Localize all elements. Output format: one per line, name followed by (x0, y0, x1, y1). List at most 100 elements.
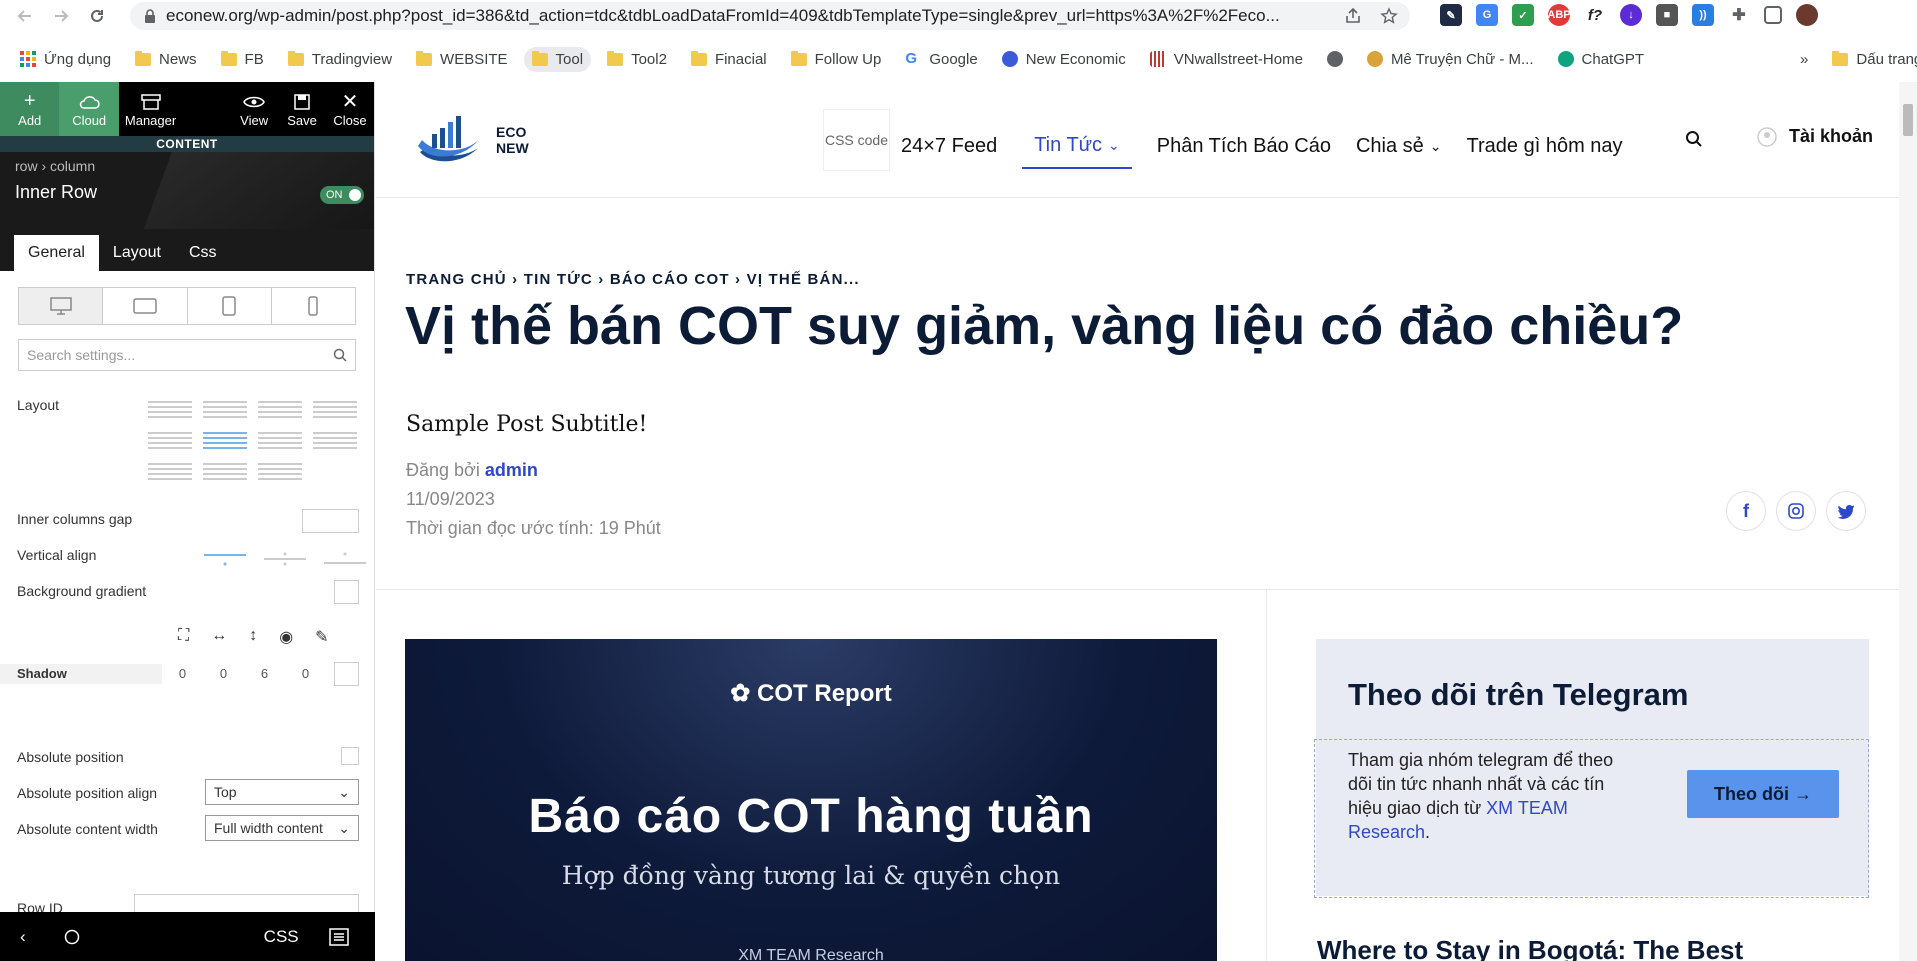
bookmark-tool[interactable]: Tool (523, 46, 592, 72)
featured-image[interactable]: ✿ COT Report Báo cáo COT hàng tuần Hợp đ… (405, 639, 1217, 961)
bookmark-tradingview[interactable]: Tradingview (280, 47, 400, 72)
shadow-color-picker[interactable] (334, 662, 359, 686)
bookmark-new-economic[interactable]: New Economic (994, 47, 1134, 72)
bookmark-tool2[interactable]: Tool2 (599, 47, 675, 72)
shadow-spread-value[interactable]: 0 (285, 666, 326, 681)
adblock-icon[interactable]: ABP (1547, 4, 1571, 26)
nav-chia-se[interactable]: Chia sẻ ⌄ (1356, 135, 1442, 158)
puzzle-icon[interactable]: ✚ (1728, 4, 1750, 26)
list-icon[interactable] (328, 927, 349, 946)
scrollbar-thumb[interactable] (1903, 104, 1913, 136)
nav-phan-tich[interactable]: Phân Tích Báo Cáo (1157, 135, 1331, 158)
back-button[interactable] (10, 1, 40, 31)
share-icon[interactable] (1344, 7, 1362, 25)
telegram-follow-button[interactable]: Theo dõi → (1687, 770, 1839, 818)
tablet-landscape-icon[interactable] (103, 288, 188, 324)
bookmark-news[interactable]: News (127, 47, 205, 72)
save-button[interactable]: Save (278, 82, 326, 136)
layout-option[interactable] (148, 397, 192, 425)
manager-button[interactable]: Manager (119, 82, 182, 136)
layout-option-selected[interactable] (203, 428, 247, 456)
horizontal-arrow-icon[interactable]: ↔ (211, 627, 227, 647)
css-button[interactable]: CSS (264, 927, 299, 947)
nav-tin-tuc[interactable]: Tin Tức ⌄ (1022, 134, 1132, 169)
breadcrumb[interactable]: TRANG CHỦ › TIN TỨC › BÁO CÁO COT › VỊ T… (406, 271, 860, 288)
bookmark-finacial[interactable]: Finacial (683, 47, 775, 72)
desktop-icon[interactable] (19, 288, 104, 324)
layout-option[interactable] (203, 459, 247, 487)
background-gradient-picker[interactable] (334, 580, 359, 604)
reload-button[interactable] (82, 1, 112, 31)
star-icon[interactable] (1380, 7, 1398, 25)
layout-option[interactable] (203, 397, 247, 425)
layout-option[interactable] (258, 397, 302, 425)
site-logo[interactable]: ECO NEW (414, 112, 529, 168)
settings-search-input[interactable]: Search settings... (18, 339, 356, 371)
align-top-icon[interactable] (204, 552, 246, 566)
vertical-arrow-icon[interactable]: ↕ (249, 627, 257, 647)
page-scrollbar[interactable] (1899, 82, 1917, 961)
inner-columns-gap-input[interactable] (302, 509, 359, 533)
element-breadcrumb[interactable]: row › column (15, 158, 95, 174)
tablet-portrait-icon[interactable] (188, 288, 272, 324)
author-link[interactable]: admin (485, 460, 538, 480)
view-button[interactable]: View (230, 82, 278, 136)
nav-trade[interactable]: Trade gì hôm nay (1467, 135, 1623, 158)
shield-extension-icon[interactable]: ✓ (1512, 4, 1534, 26)
bookmark-fb[interactable]: FB (213, 47, 272, 72)
phone-icon[interactable] (272, 288, 355, 324)
align-middle-icon[interactable] (264, 552, 306, 566)
nav-feed[interactable]: 24×7 Feed (901, 135, 997, 158)
layout-option[interactable] (148, 459, 192, 487)
bookmark-globe[interactable] (1319, 47, 1351, 71)
pencil-icon[interactable]: ✎ (315, 627, 328, 647)
bookmark-website[interactable]: WEBSITE (408, 47, 516, 72)
bookmark-chatgpt[interactable]: ChatGPT (1550, 47, 1653, 72)
absolute-position-checkbox[interactable] (341, 747, 359, 765)
related-post-title[interactable]: Where to Stay in Bogotá: The Best (1317, 935, 1743, 961)
tab-layout[interactable]: Layout (99, 235, 175, 271)
download-extension-icon[interactable]: ↓ (1620, 4, 1642, 26)
layout-option[interactable] (313, 428, 357, 456)
shadow-blur-value[interactable]: 6 (244, 666, 285, 681)
audio-extension-icon[interactable]: )) (1692, 4, 1714, 26)
bookmark-google[interactable]: G Google (897, 47, 985, 72)
chevron-left-icon[interactable]: ‹ (20, 927, 26, 947)
layout-option[interactable] (258, 459, 302, 487)
account-link[interactable]: Tài khoản (1757, 126, 1873, 147)
absolute-content-width-select[interactable]: Full width content ⌄ (205, 815, 359, 841)
tab-css[interactable]: Css (175, 235, 231, 271)
cloud-button[interactable]: Cloud (59, 82, 119, 136)
translate-icon[interactable]: G (1476, 4, 1498, 26)
absolute-position-align-select[interactable]: Top ⌄ (205, 779, 359, 805)
tab-general[interactable]: General (14, 235, 99, 271)
twitter-icon[interactable] (1826, 491, 1866, 531)
css-code-placeholder[interactable]: CSS code (823, 109, 890, 171)
layout-option[interactable] (148, 428, 192, 456)
other-bookmarks[interactable]: Dấu trang khác (1824, 47, 1917, 72)
layout-option[interactable] (313, 397, 357, 425)
blur-icon[interactable]: ◉ (279, 627, 293, 647)
add-button[interactable]: + Add (0, 82, 60, 136)
close-button[interactable]: ✕ Close (326, 82, 374, 136)
forward-button[interactable] (46, 1, 76, 31)
layout-option[interactable] (258, 428, 302, 456)
row-id-input[interactable] (134, 894, 359, 912)
expand-icon[interactable]: ⛶ (178, 627, 189, 647)
bookmark-apps[interactable]: Ứng dụng (12, 47, 119, 72)
bookmark-vnwallstreet[interactable]: VNwallstreet-Home (1142, 47, 1311, 72)
sidepanel-icon[interactable] (1764, 6, 1782, 24)
formula-icon[interactable]: f? (1584, 4, 1606, 26)
extension-icon-1[interactable]: ✎ (1440, 4, 1462, 26)
instagram-icon[interactable] (1776, 491, 1816, 531)
shadow-x-value[interactable]: 0 (162, 666, 203, 681)
circle-icon[interactable] (64, 929, 80, 945)
address-bar[interactable]: econew.org/wp-admin/post.php?post_id=386… (130, 2, 1410, 30)
shadow-y-value[interactable]: 0 (203, 666, 244, 681)
bookmark-follow-up[interactable]: Follow Up (783, 47, 890, 72)
element-toggle[interactable]: ON (320, 186, 364, 204)
bookmarks-overflow-button[interactable]: » (1792, 47, 1816, 72)
align-bottom-icon[interactable] (324, 552, 366, 566)
facebook-icon[interactable]: f (1726, 491, 1766, 531)
robot-extension-icon[interactable]: ■ (1656, 4, 1678, 26)
